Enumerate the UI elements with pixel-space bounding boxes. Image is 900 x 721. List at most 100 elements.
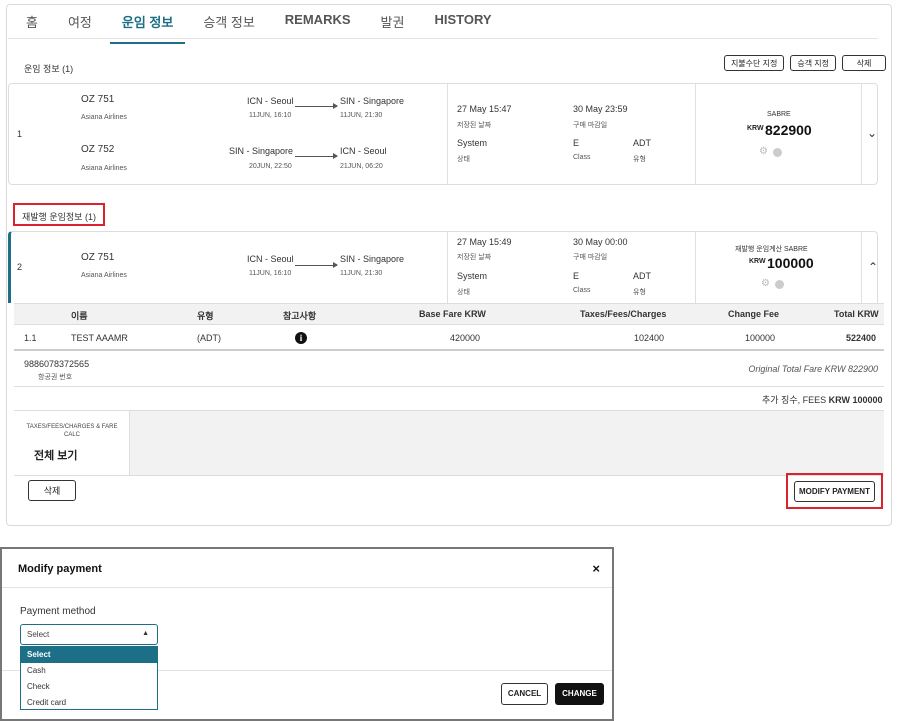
origin-city: ICN - Seoul — [247, 96, 294, 106]
departure-time: 11JUN, 16:10 — [249, 112, 292, 119]
close-icon[interactable]: × — [592, 561, 600, 576]
fare-amount: 100000 — [767, 255, 814, 271]
original-total-fare: Original Total Fare KRW 822900 — [748, 364, 878, 374]
row-number: 1.1 — [24, 333, 37, 343]
gear-icon[interactable]: ⚙ — [759, 146, 768, 157]
option-cash[interactable]: Cash — [21, 663, 157, 679]
table-row[interactable]: 1.1 TEST AAAMR (ADT) i 420000 102400 100… — [14, 325, 884, 351]
extra-fee: 추가 징수, FEES KRW 100000 — [762, 393, 883, 406]
origin-city: SIN - Singapore — [229, 146, 294, 156]
modify-payment-modal: Modify payment × Payment method Select ▲… — [0, 547, 614, 721]
status-value: System — [457, 271, 488, 281]
airline-name: Asiana Airlines — [81, 165, 127, 172]
fare-card-2[interactable]: 2 OZ 751 Asiana Airlines ICN - Seoul 11J… — [8, 231, 878, 303]
fare-source: SABRE — [767, 111, 791, 118]
type-label: 유형 — [633, 289, 646, 296]
chevron-up-icon[interactable]: ⌃ — [868, 260, 878, 274]
saved-date: 27 May 15:49 — [457, 237, 512, 247]
payment-method-dropdown: Select Cash Check Credit card — [20, 646, 158, 710]
ticket-number-label: 항공권 번호 — [38, 374, 73, 381]
modify-payment-button[interactable]: MODIFY PAYMENT — [794, 481, 875, 502]
status-label: 상태 — [457, 156, 470, 163]
taxes-fees: 102400 — [634, 333, 665, 343]
status-dot-icon — [775, 280, 784, 289]
taxes-title: TAXES/FEES/CHARGES & FARE CALC — [26, 424, 118, 438]
fare-section-label: 운임 정보 (1) — [24, 64, 74, 74]
departure-time: 20JUN, 22:50 — [249, 163, 292, 170]
option-credit-card[interactable]: Credit card — [21, 695, 157, 711]
extra-fee-amount: KRW 100000 — [828, 395, 883, 405]
saved-date-label: 저장된 날짜 — [457, 254, 492, 261]
destination-city: SIN - Singapore — [340, 96, 405, 106]
fare-source: 재발행 운임계산 SABRE — [735, 246, 808, 253]
type-value: ADT — [633, 138, 651, 148]
destination-city: SIN - Singapore — [340, 254, 405, 264]
assign-payment-button[interactable]: 지불수단 지정 — [723, 55, 785, 71]
cancel-button[interactable]: CANCEL — [501, 683, 548, 705]
purchase-deadline: 30 May 00:00 — [573, 237, 628, 247]
taxes-box[interactable]: TAXES/FEES/CHARGES & FARE CALC 전체 보기 — [14, 411, 130, 475]
change-button[interactable]: CHANGE — [555, 683, 604, 705]
class-value: E — [573, 138, 580, 148]
status-value: System — [457, 138, 488, 148]
taxes-section: TAXES/FEES/CHARGES & FARE CALC 전체 보기 — [14, 410, 884, 476]
col-type: 유형 — [197, 311, 214, 321]
passenger-type: (ADT) — [197, 333, 221, 343]
route-arrow-icon — [295, 262, 338, 268]
delete-button[interactable]: 삭제 — [28, 480, 76, 501]
column-divider — [695, 232, 696, 303]
arrival-time: 11JUN, 21:30 — [340, 270, 383, 277]
view-all-link[interactable]: 전체 보기 — [34, 447, 78, 463]
highlight-box — [13, 203, 105, 226]
fare-actions: 지불수단 지정 승객 지정 삭제 — [723, 55, 886, 71]
tabs-divider — [8, 38, 878, 39]
status-label: 상태 — [457, 289, 470, 296]
purchase-deadline-label: 구매 마감일 — [573, 122, 608, 129]
total-fare: 522400 — [846, 333, 877, 343]
passenger-name: TEST AAAMR — [71, 333, 128, 343]
route-arrow-icon — [295, 153, 338, 159]
ticket-row: 9886078372565 항공권 번호 Original Total Fare… — [14, 353, 884, 387]
fare-currency: KRW — [749, 258, 766, 265]
col-total: Total KRW — [834, 309, 879, 319]
purchase-deadline: 30 May 23:59 — [573, 104, 628, 114]
saved-date: 27 May 15:47 — [457, 104, 512, 114]
column-divider — [861, 232, 862, 303]
delete-fare-button[interactable]: 삭제 — [842, 55, 886, 71]
destination-city: ICN - Seoul — [340, 146, 387, 156]
class-label: Class — [573, 287, 591, 294]
type-label: 유형 — [633, 156, 646, 163]
column-divider — [447, 232, 448, 303]
ticket-number: 9886078372565 — [24, 359, 90, 369]
origin-city: ICN - Seoul — [247, 254, 294, 264]
class-label: Class — [573, 154, 591, 161]
route-arrow-icon — [295, 103, 338, 109]
purchase-deadline-label: 구매 마감일 — [573, 254, 608, 261]
payment-method-label: Payment method — [20, 606, 96, 617]
column-divider — [861, 84, 862, 184]
fare-index: 2 — [17, 262, 23, 272]
info-icon[interactable]: i — [295, 332, 307, 344]
fare-card-1[interactable]: 1 OZ 751 Asiana Airlines ICN - Seoul 11J… — [8, 83, 878, 185]
assign-passenger-button[interactable]: 승객 지정 — [790, 55, 836, 71]
base-fare: 420000 — [450, 333, 481, 343]
payment-method-select[interactable]: Select ▲ — [20, 624, 158, 645]
gear-icon[interactable]: ⚙ — [761, 278, 770, 289]
col-base-fare: Base Fare KRW — [419, 309, 486, 319]
flight-number: OZ 751 — [81, 252, 115, 263]
fare-index: 1 — [17, 129, 23, 139]
fare-currency: KRW — [747, 125, 764, 132]
airline-name: Asiana Airlines — [81, 272, 127, 279]
saved-date-label: 저장된 날짜 — [457, 122, 492, 129]
col-notes: 참고사항 — [283, 311, 317, 321]
column-divider — [695, 84, 696, 184]
select-value: Select — [27, 630, 50, 639]
option-check[interactable]: Check — [21, 679, 157, 695]
table-header: 이름 유형 참고사항 Base Fare KRW Taxes/Fees/Char… — [14, 303, 884, 325]
fare-amount: 822900 — [765, 122, 812, 138]
type-value: ADT — [633, 271, 651, 281]
option-select[interactable]: Select — [21, 647, 157, 663]
chevron-down-icon[interactable]: ⌄ — [867, 126, 877, 140]
column-divider — [447, 84, 448, 184]
caret-up-icon: ▲ — [142, 630, 149, 637]
